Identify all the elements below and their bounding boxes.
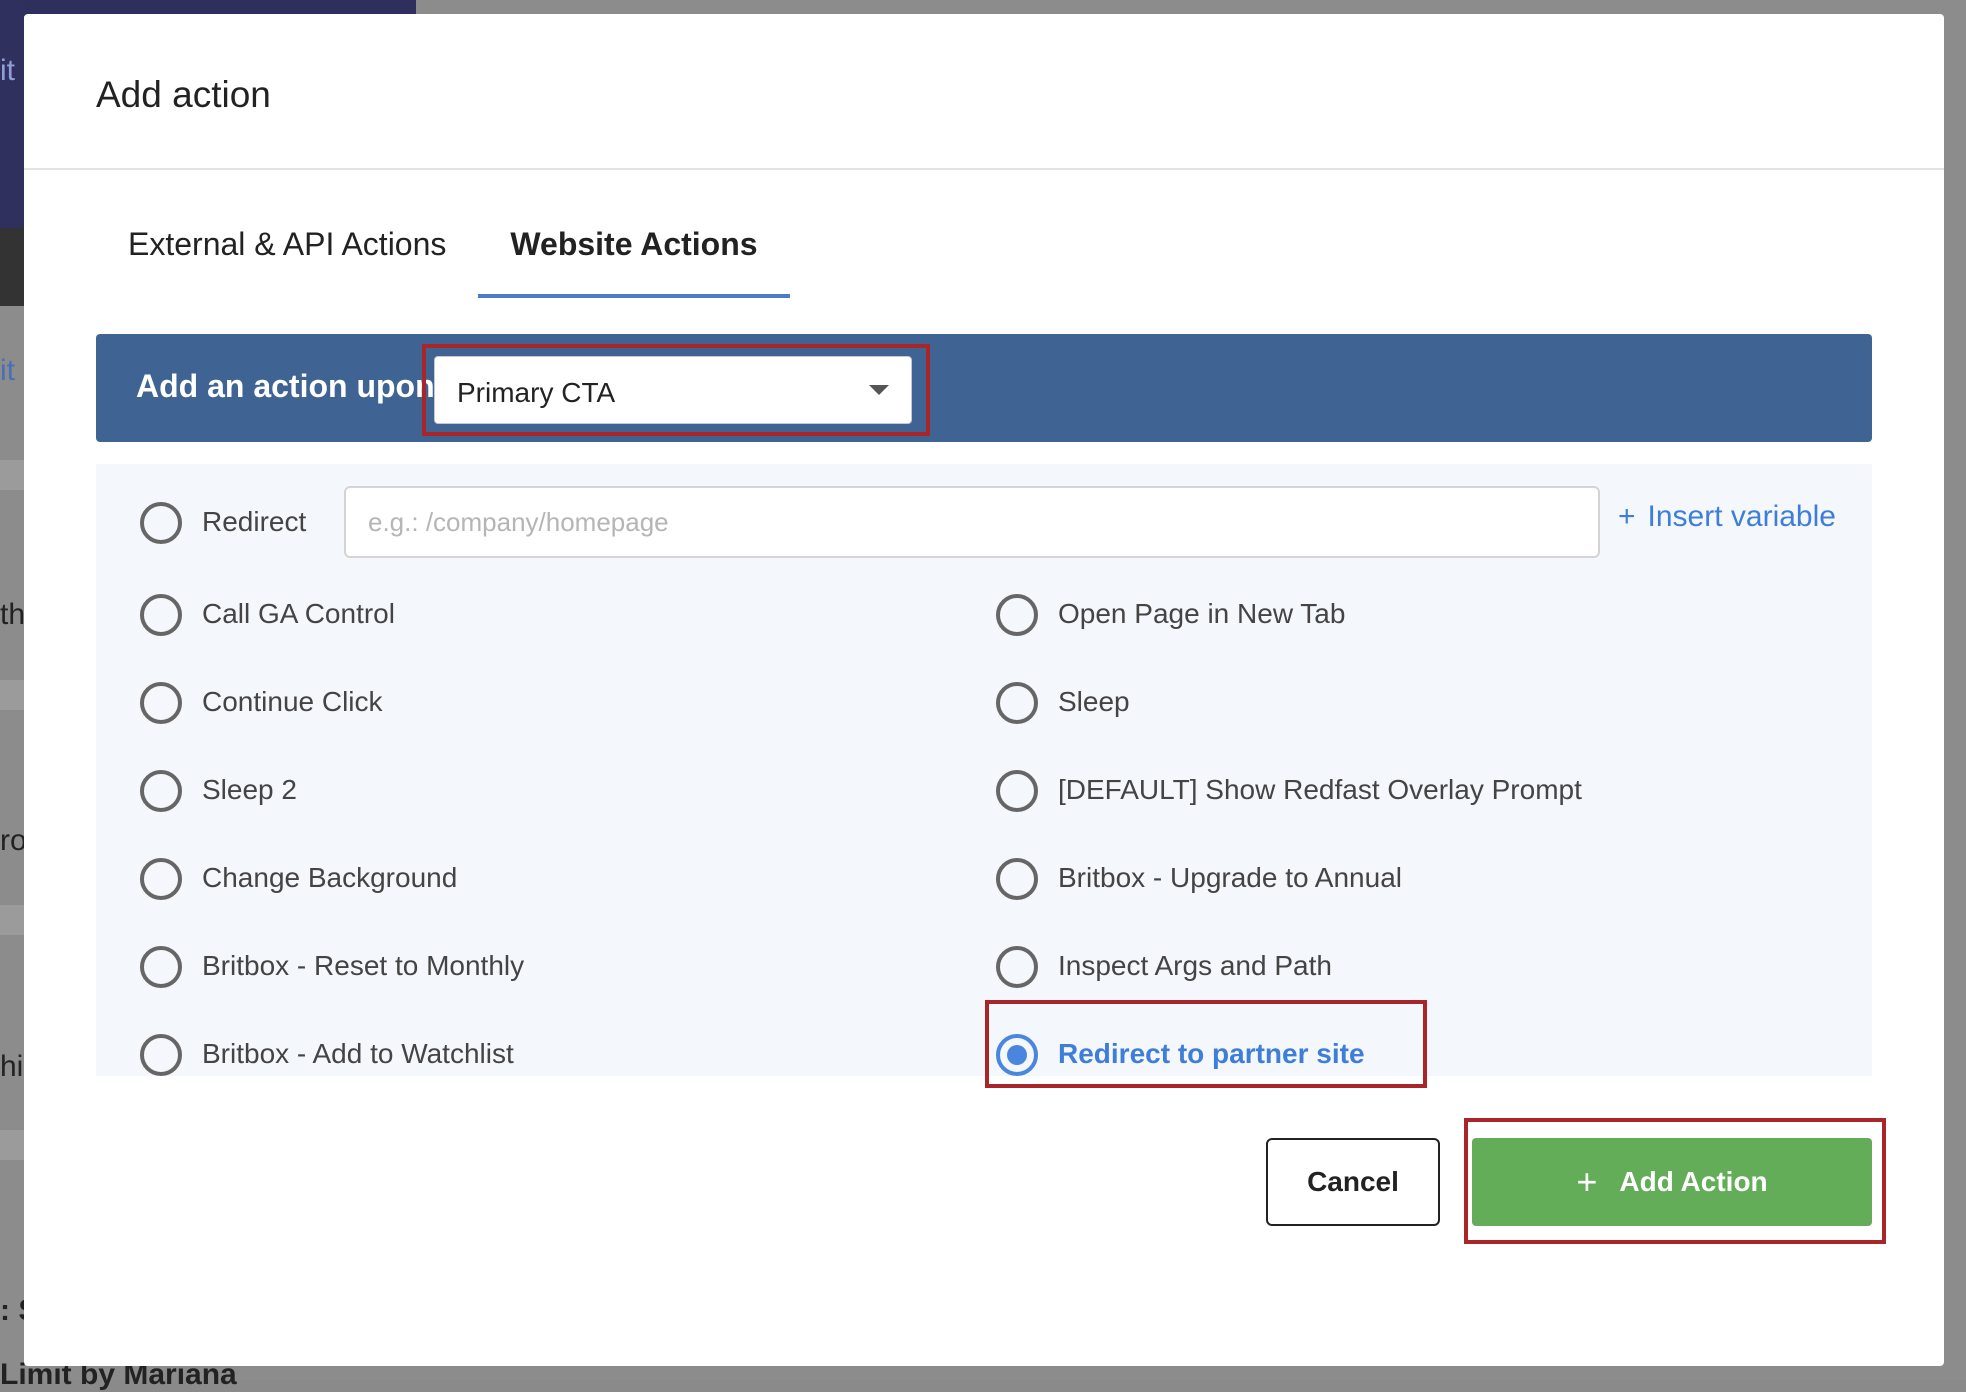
tab-external-api-actions[interactable]: External & API Actions [96, 214, 478, 298]
trigger-label: Add an action upon [136, 368, 435, 404]
radio-continue-click[interactable] [140, 682, 182, 724]
option-label: Open Page in New Tab [1058, 598, 1346, 629]
background-stripe [0, 1130, 24, 1160]
option-label: [DEFAULT] Show Redfast Overlay Prompt [1058, 774, 1582, 805]
add-action-label: Add Action [1619, 1166, 1768, 1197]
add-action-modal: Add action External & API Actions Websit… [24, 14, 1944, 1366]
option-label: Sleep [1058, 686, 1130, 717]
background-stripe [0, 905, 24, 935]
radio-inspect-args-path[interactable] [996, 946, 1038, 988]
highlight-box [985, 1000, 1427, 1088]
trigger-bar: Add an action upon Primary CTA [96, 334, 1872, 442]
cancel-button[interactable]: Cancel [1266, 1138, 1440, 1226]
plus-icon: + [1618, 500, 1636, 533]
radio-britbox-add-watchlist[interactable] [140, 1034, 182, 1076]
option-label: Britbox - Reset to Monthly [202, 950, 525, 981]
background-text: : S [0, 1294, 24, 1327]
option-label: Britbox - Add to Watchlist [202, 1038, 514, 1069]
modal-title: Add action [96, 74, 271, 115]
insert-variable-link[interactable]: + Insert variable [1618, 500, 1836, 534]
redirect-url-input[interactable] [344, 486, 1600, 558]
radio-britbox-reset-monthly[interactable] [140, 946, 182, 988]
background-left-panel [0, 228, 24, 306]
action-options-panel: Redirect +Insert variable Call GA Contro… [96, 464, 1872, 1076]
background-stripe [0, 680, 24, 710]
trigger-select-value: Primary CTA [457, 377, 616, 408]
trigger-select[interactable]: Primary CTA [434, 356, 912, 424]
option-label-redirect: Redirect [202, 506, 307, 537]
option-label: Britbox - Upgrade to Annual [1058, 862, 1402, 893]
radio-call-ga-control[interactable] [140, 594, 182, 636]
modal-header: Add action [24, 14, 1944, 170]
plus-icon: + [1576, 1161, 1598, 1202]
radio-open-page-new-tab[interactable] [996, 594, 1038, 636]
background-stripe [0, 460, 24, 490]
option-label: Sleep 2 [202, 774, 297, 805]
caret-down-icon [869, 385, 889, 395]
add-action-button[interactable]: + Add Action [1472, 1138, 1872, 1226]
background-left-nav [0, 0, 24, 228]
option-label: Inspect Args and Path [1058, 950, 1332, 981]
background-text: it [0, 354, 15, 387]
background-text: th [0, 598, 24, 631]
option-label: Change Background [202, 862, 458, 893]
radio-default-redfast-overlay[interactable] [996, 770, 1038, 812]
radio-sleep-2[interactable] [140, 770, 182, 812]
background-text: hi [0, 1050, 24, 1083]
option-label: Call GA Control [202, 598, 395, 629]
option-label: Continue Click [202, 686, 383, 717]
radio-redirect[interactable] [140, 502, 182, 544]
radio-britbox-upgrade-annual[interactable] [996, 858, 1038, 900]
action-tabs: External & API Actions Website Actions [96, 214, 790, 298]
background-text: it [0, 54, 15, 87]
radio-change-background[interactable] [140, 858, 182, 900]
background-text: ro [0, 824, 24, 857]
tab-website-actions[interactable]: Website Actions [478, 214, 790, 298]
radio-sleep[interactable] [996, 682, 1038, 724]
